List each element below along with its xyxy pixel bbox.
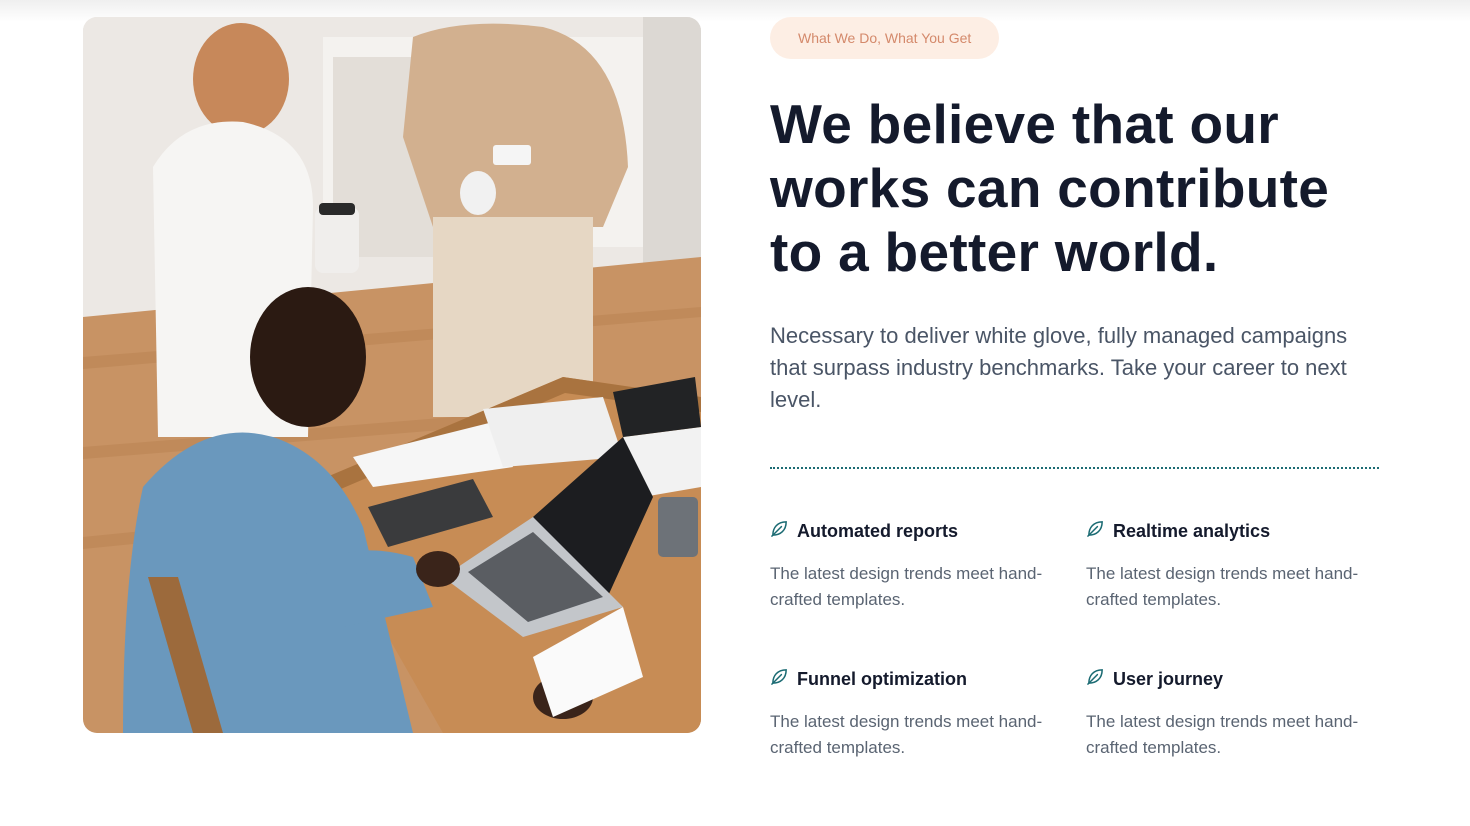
dotted-divider: [770, 467, 1379, 469]
feature-title: Realtime analytics: [1113, 520, 1271, 541]
feature-item: Funnel optimization The latest design tr…: [770, 667, 1086, 761]
feature-description: The latest design trends meet hand-craft…: [1086, 712, 1359, 757]
feature-item: User journey The latest design trends me…: [1086, 667, 1386, 761]
feature-title: Automated reports: [797, 520, 959, 541]
leaf-icon: [770, 519, 789, 543]
feature-item: Realtime analytics The latest design tre…: [1086, 519, 1386, 613]
feature-description: The latest design trends meet hand-craft…: [770, 564, 1043, 609]
leaf-icon: [770, 667, 789, 691]
leaf-icon: [1086, 519, 1105, 543]
feature-title: Funnel optimization: [797, 668, 967, 689]
feature-title: User journey: [1113, 668, 1224, 689]
feature-description: The latest design trends meet hand-craft…: [770, 712, 1043, 757]
features-grid: Automated reports The latest design tren…: [770, 519, 1380, 761]
about-section: What We Do, What You Get We believe that…: [770, 17, 1380, 761]
feature-description: The latest design trends meet hand-craft…: [1086, 564, 1359, 609]
feature-item: Automated reports The latest design tren…: [770, 519, 1086, 613]
office-team-photo: [83, 17, 701, 733]
section-headline: We believe that our works can contribute…: [770, 93, 1330, 283]
section-lead: Necessary to deliver white glove, fully …: [770, 323, 1348, 412]
leaf-icon: [1086, 667, 1105, 691]
section-badge: What We Do, What You Get: [770, 17, 1000, 59]
